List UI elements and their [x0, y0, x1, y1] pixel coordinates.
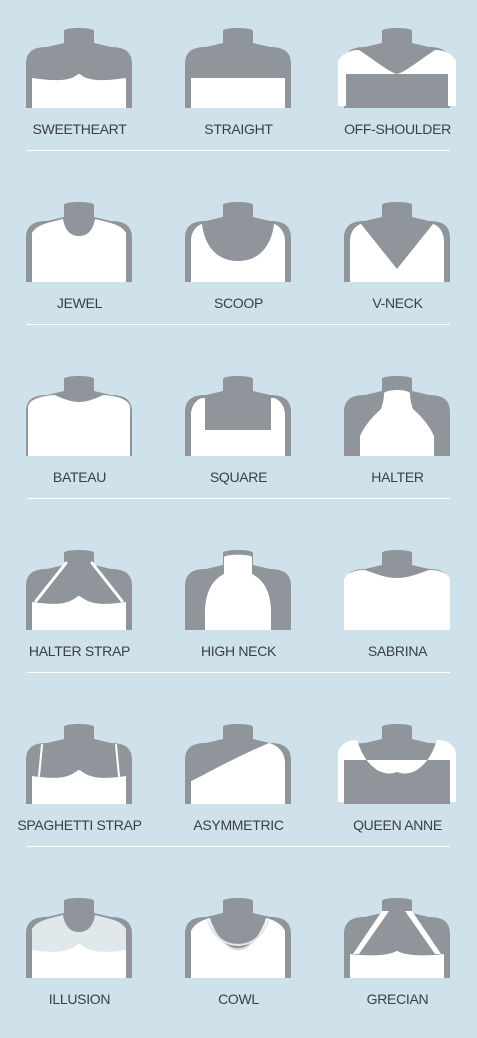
- cowl-neckline-illustration: [185, 898, 291, 978]
- neckline-sweetheart: SWEETHEART: [0, 18, 159, 168]
- neckline-label: COWL: [218, 991, 259, 1007]
- row-divider: [27, 846, 450, 847]
- bateau-neckline-illustration: [26, 376, 132, 456]
- neckline-label: ASYMMETRIC: [193, 817, 284, 833]
- neckline-spaghetti-strap: SPAGHETTI STRAP: [0, 714, 159, 864]
- neckline-label: HALTER: [371, 469, 424, 485]
- neckline-label: SABRINA: [367, 643, 428, 659]
- neckline-halter: HALTER: [318, 366, 477, 516]
- neckline-scoop: SCOOP: [159, 192, 318, 342]
- neckline-cowl: COWL: [159, 888, 318, 1038]
- neckline-high-neck: HIGH NECK: [159, 540, 318, 690]
- row-divider: [27, 672, 450, 673]
- halter-strap-neckline-illustration: [26, 550, 132, 630]
- illusion-neckline-illustration: [26, 898, 132, 978]
- row-divider: [27, 498, 450, 499]
- spaghetti-strap-neckline-illustration: [26, 724, 132, 804]
- halter-neckline-illustration: [344, 376, 450, 456]
- queen-anne-neckline-illustration: [338, 724, 456, 804]
- neckline-bateau: BATEAU: [0, 366, 159, 516]
- neckline-label: OFF-SHOULDER: [344, 121, 451, 137]
- neckline-label: ILLUSION: [48, 991, 111, 1007]
- neckline-label: SQUARE: [209, 469, 268, 485]
- neckline-label: GRECIAN: [366, 991, 429, 1007]
- neckline-label: HIGH NECK: [200, 643, 277, 659]
- neckline-label: QUEEN ANNE: [353, 817, 442, 833]
- neckline-label: BATEAU: [52, 469, 107, 485]
- neckline-square: SQUARE: [159, 366, 318, 516]
- grecian-neckline-illustration: [344, 898, 450, 978]
- square-neckline-illustration: [185, 376, 291, 456]
- neckline-queen-anne: QUEEN ANNE: [318, 714, 477, 864]
- neckline-straight: STRAIGHT: [159, 18, 318, 168]
- neckline-off-shoulder: OFF-SHOULDER: [318, 18, 477, 168]
- sabrina-neckline-illustration: [344, 550, 450, 630]
- neckline-label: STRAIGHT: [204, 121, 273, 137]
- jewel-neckline-illustration: [26, 202, 132, 282]
- neckline-asymmetric: ASYMMETRIC: [159, 714, 318, 864]
- neckline-label: HALTER STRAP: [28, 643, 131, 659]
- neckline-grecian: GRECIAN: [318, 888, 477, 1038]
- neckline-jewel: JEWEL: [0, 192, 159, 342]
- straight-neckline-illustration: [185, 28, 291, 108]
- row-divider: [27, 324, 450, 325]
- row-divider: [27, 150, 450, 151]
- neckline-label: V-NECK: [372, 295, 423, 311]
- neckline-chart: SWEETHEART STRAIGHT OFF-SHOULDER JEWEL SCOOP…: [0, 0, 477, 1024]
- neckline-label: JEWEL: [56, 295, 103, 311]
- off-shoulder-neckline-illustration: [338, 28, 456, 108]
- neckline-halter-strap: HALTER STRAP: [0, 540, 159, 690]
- scoop-neckline-illustration: [185, 202, 291, 282]
- neckline-sabrina: SABRINA: [318, 540, 477, 690]
- neckline-illusion: ILLUSION: [0, 888, 159, 1038]
- neckline-label: SPAGHETTI STRAP: [17, 817, 142, 833]
- asymmetric-neckline-illustration: [185, 724, 291, 804]
- high-neck-neckline-illustration: [185, 550, 291, 630]
- v-neck-neckline-illustration: [344, 202, 450, 282]
- neckline-v-neck: V-NECK: [318, 192, 477, 342]
- sweetheart-neckline-illustration: [26, 28, 132, 108]
- neckline-label: SWEETHEART: [32, 121, 127, 137]
- neckline-label: SCOOP: [213, 295, 264, 311]
